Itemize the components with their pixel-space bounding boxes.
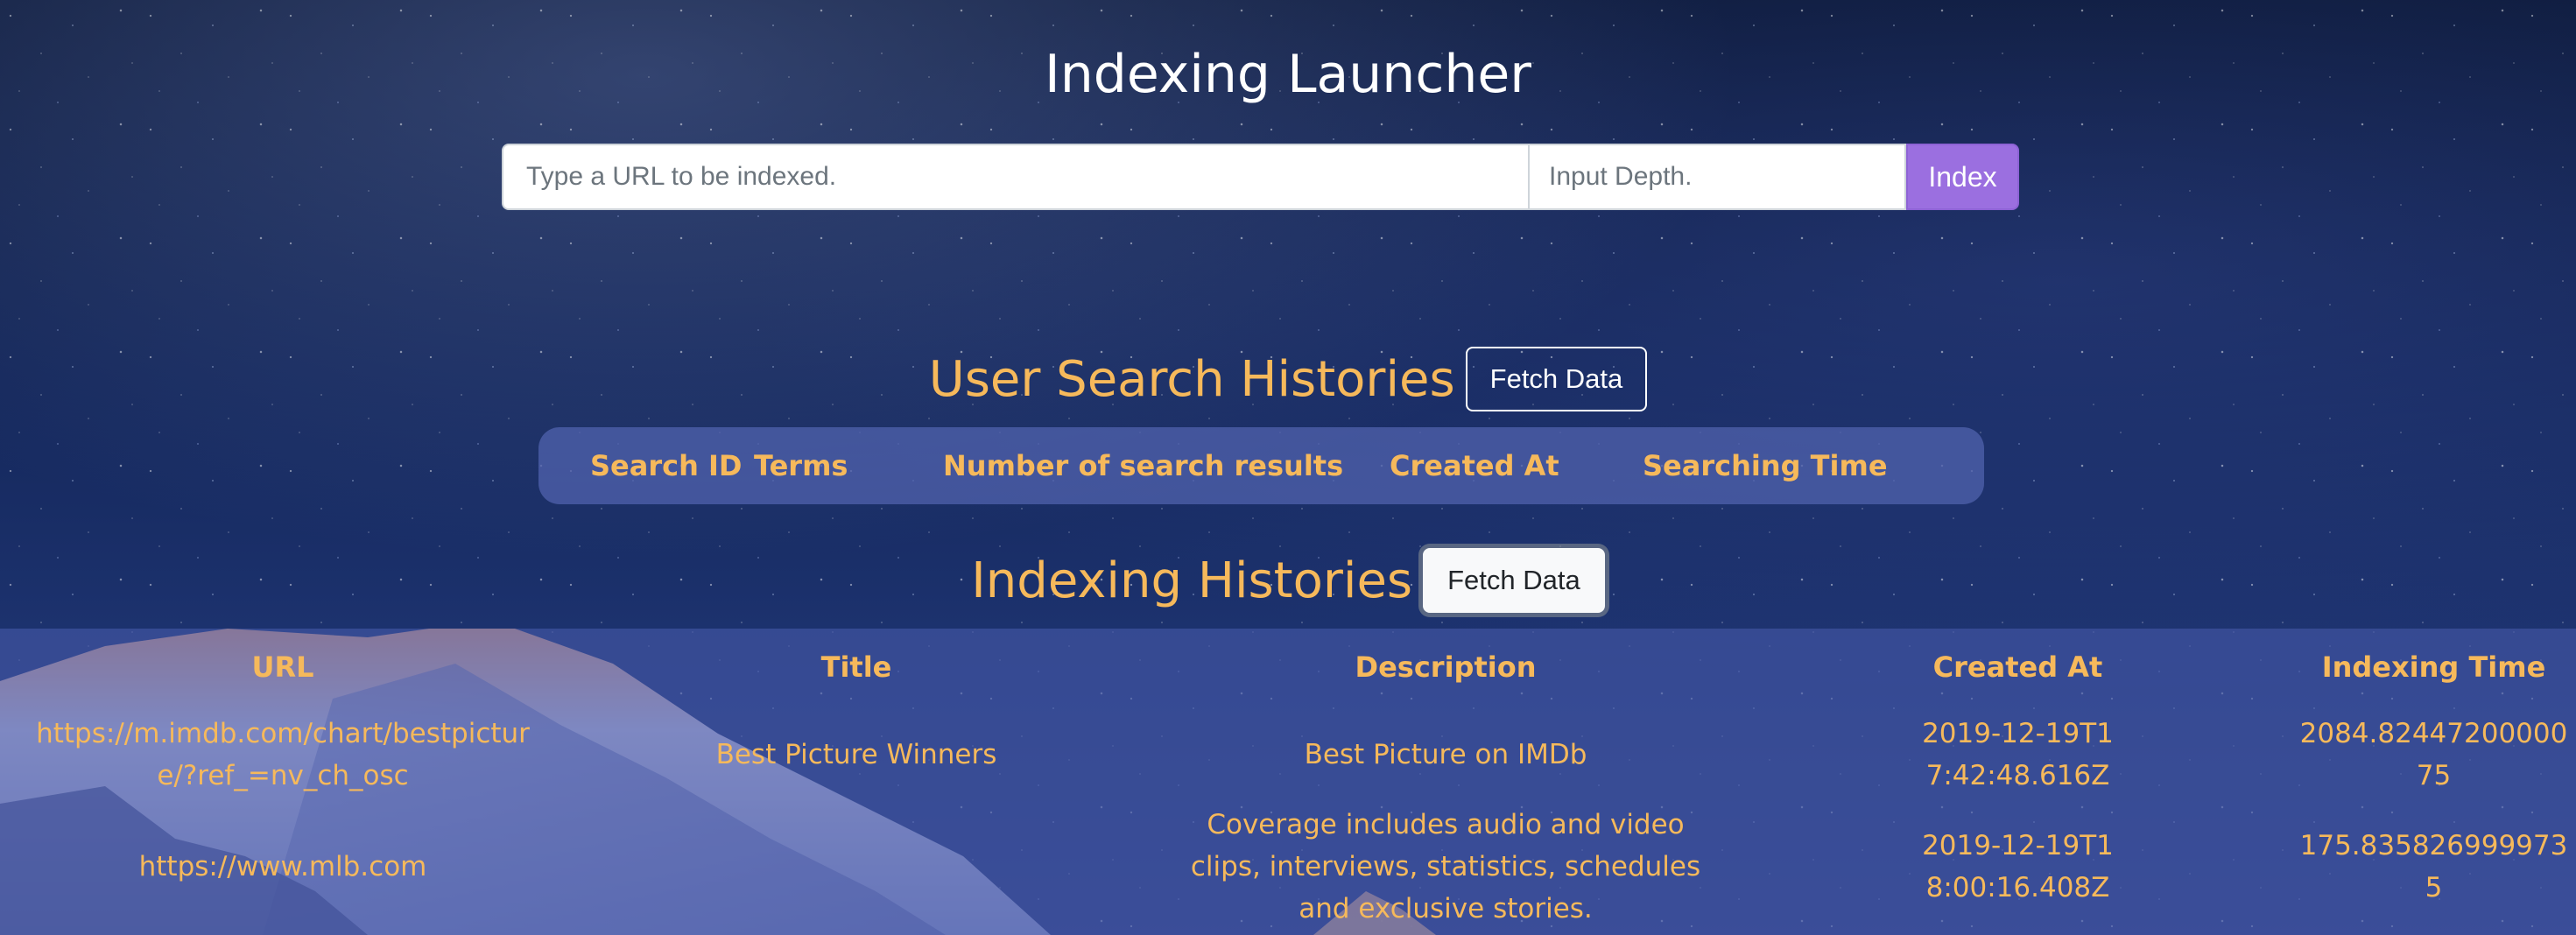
table-row: https://m.imdb.com/chart/bestpicture/?re… <box>0 706 2576 804</box>
indexing-header: Indexing Histories Fetch Data <box>0 545 2576 616</box>
cell-title <box>566 804 1147 930</box>
column-header-created-at: Created At <box>1932 650 2103 684</box>
cell-indexing-time: 175.8358269999735 <box>2299 830 2568 903</box>
column-header-description: Description <box>1355 650 1537 684</box>
user-search-table: Search ID Terms Number of search results… <box>538 427 1984 504</box>
index-button[interactable]: Index <box>1906 144 2019 210</box>
cell-url: https://www.mlb.com <box>138 851 427 882</box>
column-header-search-id: Search ID <box>590 449 743 482</box>
index-form: Index <box>502 144 2019 210</box>
page-content: Indexing Launcher Index User Search Hist… <box>0 0 2576 935</box>
user-search-title: User Search Histories <box>928 350 1455 408</box>
indexing-fetch-button[interactable]: Fetch Data <box>1423 548 1605 613</box>
column-header-terms: Terms <box>754 449 848 482</box>
user-search-fetch-button[interactable]: Fetch Data <box>1465 347 1648 411</box>
user-search-header-row: Search ID Terms Number of search results… <box>538 427 1984 504</box>
indexing-header-row: URL Title Description Created At Indexin… <box>0 629 2576 706</box>
user-search-header: User Search Histories Fetch Data <box>0 346 2576 412</box>
indexing-table: URL Title Description Created At Indexin… <box>0 629 2576 935</box>
indexing-title: Indexing Histories <box>971 552 1413 609</box>
column-header-number-of-results: Number of search results <box>943 449 1344 482</box>
cell-title: Best Picture Winners <box>715 739 997 770</box>
cell-indexing-time: 2084.8244720000075 <box>2299 718 2568 791</box>
cell-created-at: 2019-12-19T18:00:16.408Z <box>1922 830 2114 903</box>
column-header-title: Title <box>820 650 892 684</box>
column-header-created-at: Created At <box>1390 449 1559 482</box>
cell-created-at: 2019-12-19T17:42:48.616Z <box>1922 718 2114 791</box>
launcher-title: Indexing Launcher <box>1045 44 1531 105</box>
url-input[interactable] <box>502 144 1530 210</box>
cell-description: Coverage includes audio and video clips,… <box>1190 809 1701 924</box>
cell-url: https://m.imdb.com/chart/bestpicture/?re… <box>36 718 530 791</box>
column-header-url: URL <box>251 650 314 684</box>
depth-input[interactable] <box>1530 144 1906 210</box>
column-header-indexing-time: Indexing Time <box>2321 650 2546 684</box>
cell-description: Best Picture on IMDb <box>1304 739 1587 770</box>
column-header-searching-time: Searching Time <box>1643 449 1888 482</box>
table-row: https://www.mlb.com Coverage includes au… <box>0 804 2576 930</box>
